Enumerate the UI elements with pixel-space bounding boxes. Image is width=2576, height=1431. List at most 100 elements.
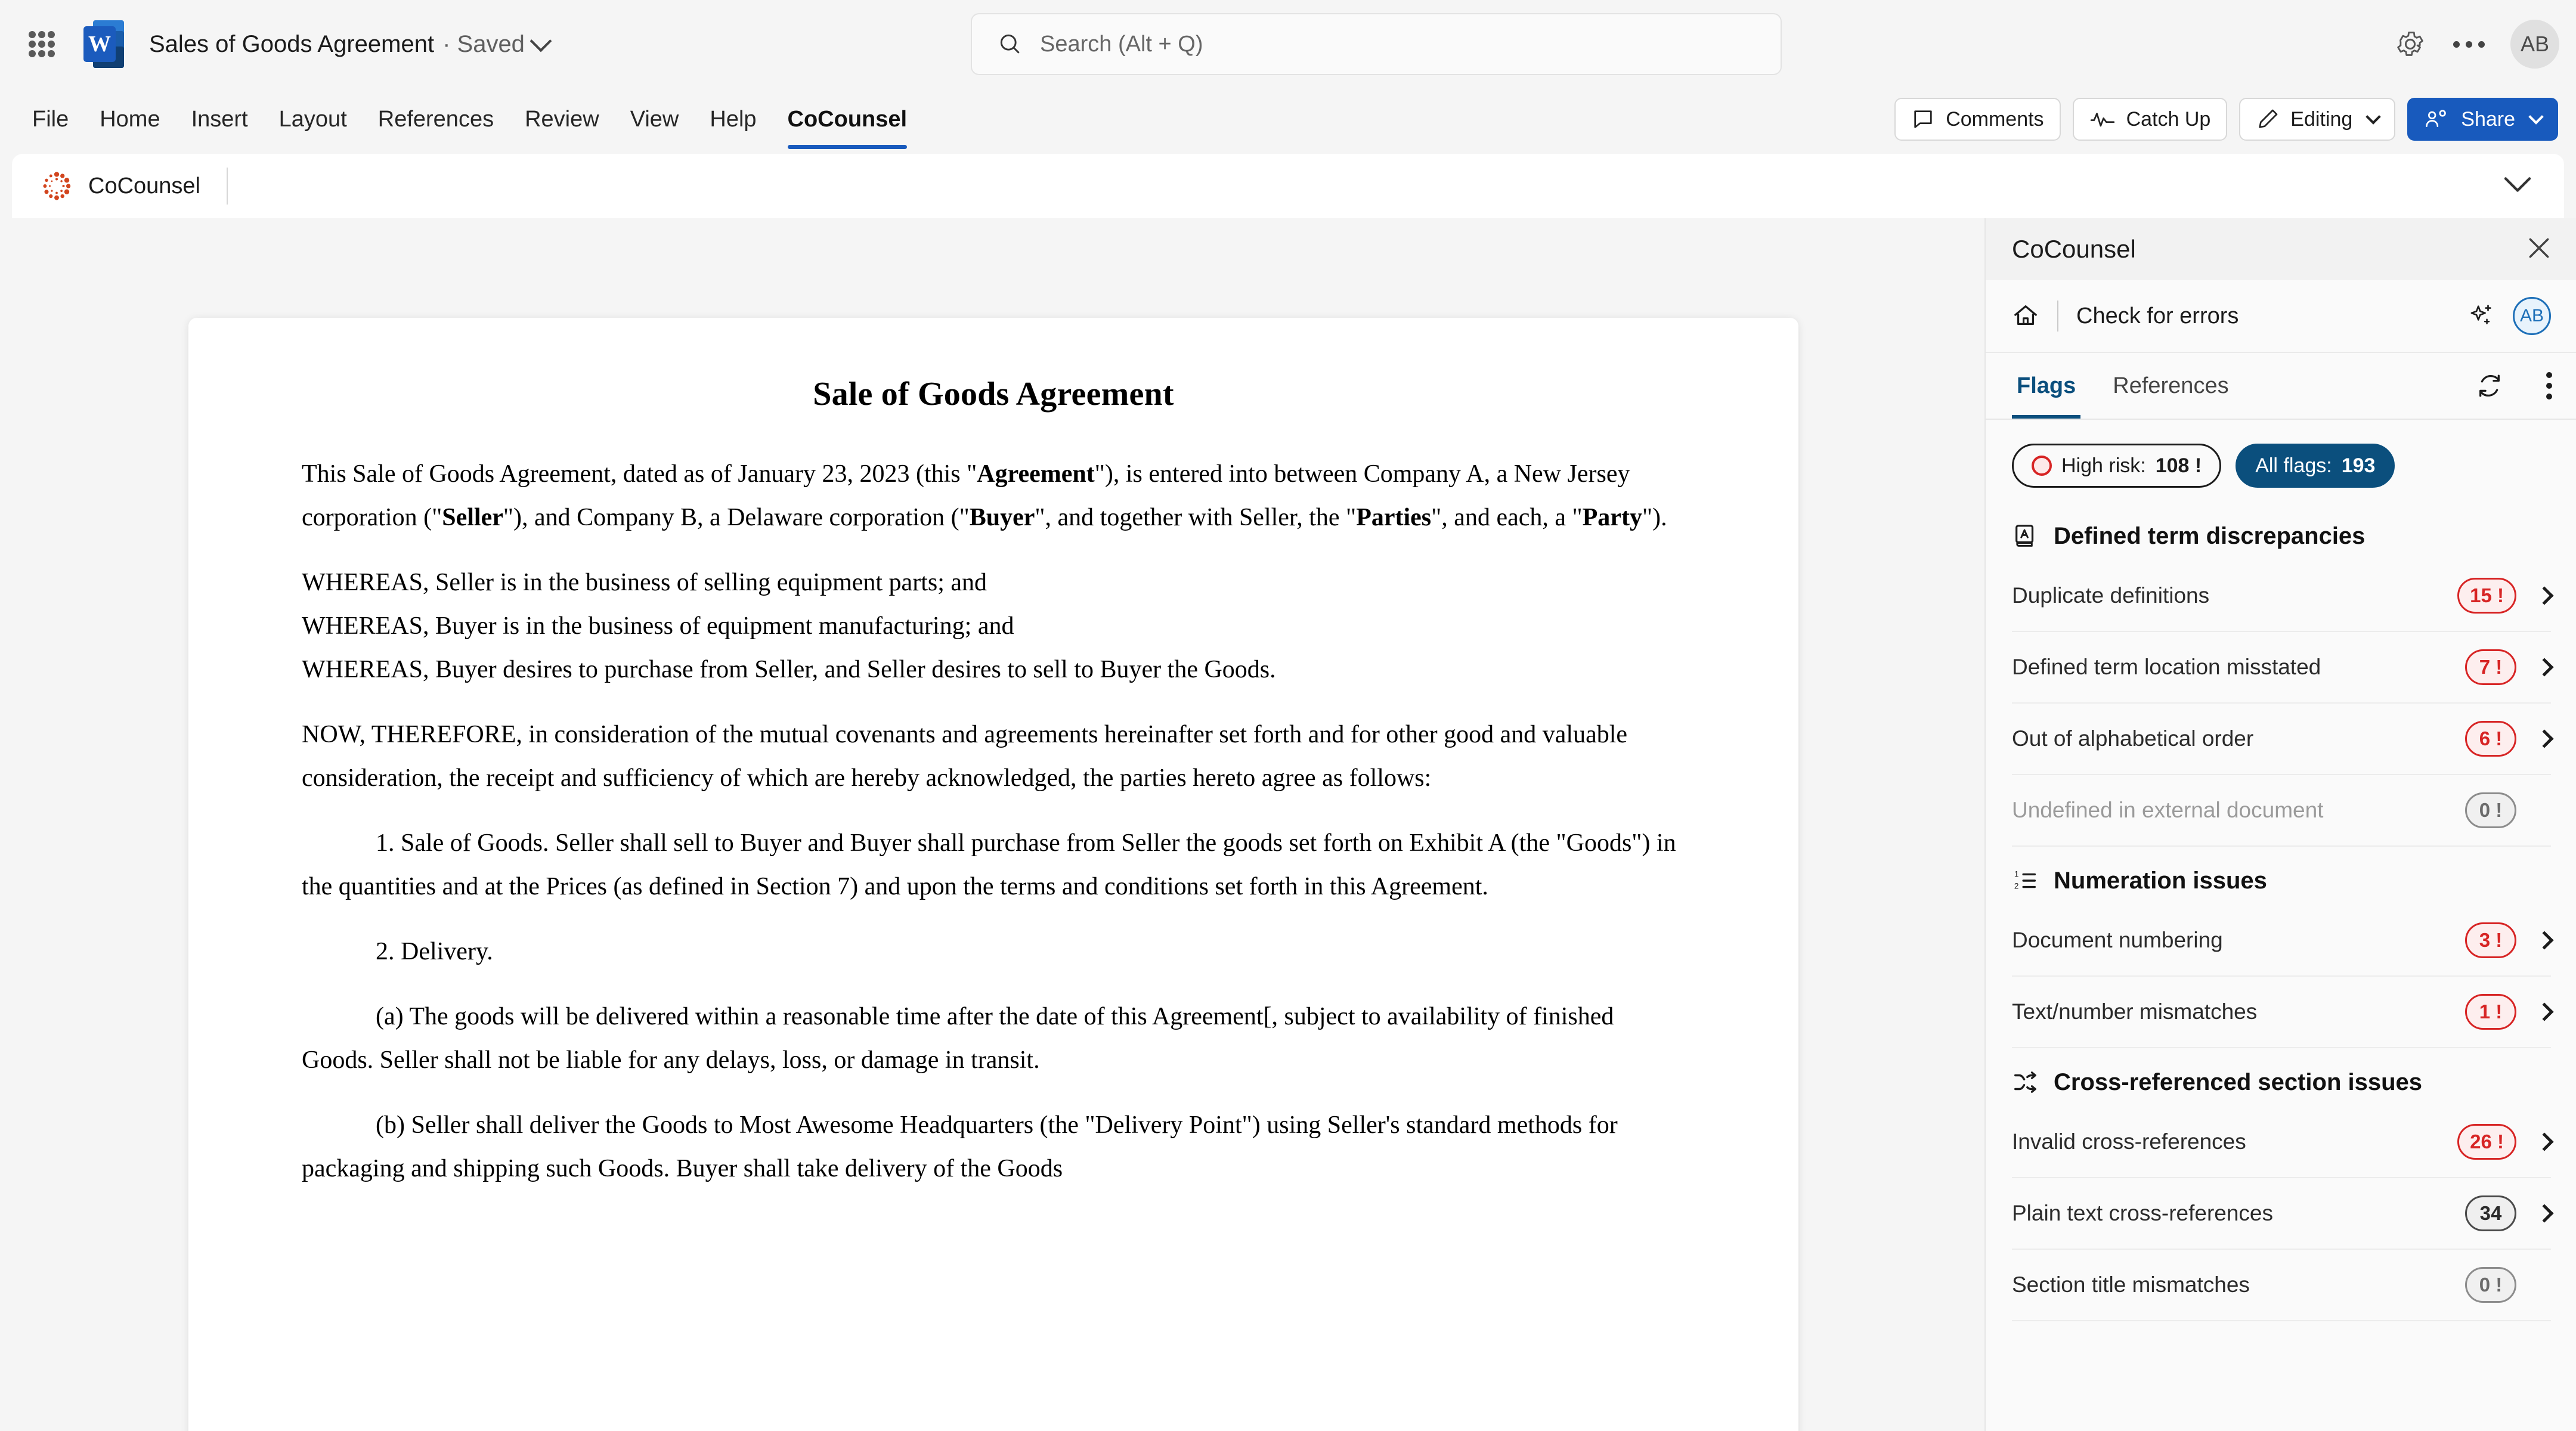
- pill-all-flags[interactable]: All flags: 193: [2236, 444, 2395, 488]
- chevron-right-icon[interactable]: [2535, 1002, 2554, 1021]
- ellipsis-icon: [2453, 41, 2485, 48]
- panel-more-button[interactable]: [2546, 372, 2552, 399]
- title-bar: W Sales of Goods Agreement · Saved Searc…: [0, 0, 2576, 88]
- flag-row-text-number-mismatches[interactable]: Text/number mismatches 1 !: [2012, 977, 2554, 1048]
- document-heading: Sale of Goods Agreement: [813, 376, 1174, 413]
- document-clause-2b: (b) Seller shall deliver the Goods to Mo…: [302, 1111, 1618, 1182]
- chevron-down-icon: [2504, 177, 2531, 192]
- pill-high-risk[interactable]: High risk: 108 !: [2012, 444, 2222, 488]
- editing-mode-button[interactable]: Editing: [2239, 98, 2396, 141]
- flag-label: Invalid cross-references: [2012, 1129, 2246, 1154]
- comments-label: Comments: [1946, 107, 2044, 131]
- save-status: · Saved: [442, 30, 525, 57]
- titlebar-actions: AB: [2384, 0, 2559, 88]
- ribbon-tab-file[interactable]: File: [17, 98, 84, 141]
- catch-up-label: Catch Up: [2126, 107, 2211, 131]
- ordered-list-icon: 1 2: [2014, 869, 2036, 890]
- document-paragraph: WHEREAS, Seller is in the business of se…: [302, 569, 987, 596]
- comments-button[interactable]: Comments: [1894, 98, 2061, 141]
- document-name: Sales of Goods Agreement: [149, 30, 435, 57]
- flag-row-defined-term-location-misstated[interactable]: Defined term location misstated 7 !: [2012, 632, 2554, 704]
- ellipsis-dot: [2546, 383, 2552, 389]
- document-page[interactable]: Sale of Goods Agreement This Sale of Goo…: [188, 318, 1798, 1431]
- comment-icon: [1914, 110, 1932, 128]
- cocounsel-panel: CoCounsel Check for errors AB Flags Refe…: [1984, 218, 2576, 1431]
- chevron-right-icon[interactable]: [2535, 1132, 2554, 1151]
- dictionary-book-icon: [2015, 525, 2034, 547]
- tab-references[interactable]: References: [2108, 353, 2233, 419]
- app-launcher-waffle-icon[interactable]: [14, 17, 69, 72]
- document-paragraph: This Sale of Goods Agreement, dated as o…: [302, 460, 1667, 531]
- ribbon-tab-home[interactable]: Home: [84, 98, 175, 141]
- breadcrumb: Check for errors: [2076, 303, 2239, 329]
- panel-breadcrumb-bar: Check for errors AB: [1986, 280, 2576, 353]
- flag-row-out-of-alphabetical-order[interactable]: Out of alphabetical order 6 !: [2012, 704, 2554, 775]
- flag-count-badge: 15 !: [2457, 578, 2516, 614]
- chevron-right-icon[interactable]: [2535, 586, 2554, 605]
- document-paragraph: WHEREAS, Buyer is in the business of equ…: [302, 612, 1014, 640]
- chevron-down-icon[interactable]: [530, 30, 552, 52]
- word-app-icon: W: [82, 18, 128, 70]
- panel-user-avatar[interactable]: AB: [2513, 297, 2551, 335]
- settings-gear-button[interactable]: [2384, 18, 2436, 70]
- flag-count-badge: 6 !: [2465, 721, 2516, 757]
- document-clause-1: 1. Sale of Goods. Seller shall sell to B…: [302, 829, 1676, 900]
- home-button[interactable]: [2012, 302, 2039, 330]
- risk-circle-icon: [2032, 456, 2052, 476]
- flag-row-section-title-mismatches[interactable]: Section title mismatches 0 !: [2012, 1250, 2551, 1321]
- flag-label: Text/number mismatches: [2012, 999, 2258, 1024]
- user-avatar[interactable]: AB: [2510, 20, 2559, 69]
- more-options-button[interactable]: [2442, 18, 2495, 70]
- catch-up-button[interactable]: Catch Up: [2072, 98, 2228, 141]
- flag-row-duplicate-definitions[interactable]: Duplicate definitions 15 !: [2012, 560, 2554, 632]
- shuffle-arrows-icon: [2014, 1071, 2036, 1093]
- pulse-icon: [2090, 113, 2114, 127]
- document-canvas: Sale of Goods Agreement This Sale of Goo…: [0, 218, 1984, 1431]
- chevron-right-icon[interactable]: [2535, 729, 2554, 748]
- flag-count-badge: 34: [2465, 1195, 2516, 1231]
- flag-row-invalid-cross-references[interactable]: Invalid cross-references 26 !: [2012, 1107, 2554, 1178]
- ribbon-tab-insert[interactable]: Insert: [176, 98, 264, 141]
- ribbon-actions: Comments Catch Up Editing Share: [1894, 88, 2558, 150]
- refresh-button[interactable]: [2476, 372, 2503, 399]
- cocounsel-addin-button[interactable]: CoCounsel: [41, 170, 200, 202]
- ribbon-tab-view[interactable]: View: [615, 98, 695, 141]
- section-title: Defined term discrepancies: [2054, 522, 2366, 549]
- flag-row-plain-text-cross-references[interactable]: Plain text cross-references 34: [2012, 1178, 2554, 1250]
- share-button[interactable]: Share: [2407, 98, 2558, 141]
- ellipsis-dot: [2546, 394, 2552, 399]
- flag-filter-pills: High risk: 108 ! All flags: 193: [1986, 420, 2576, 502]
- flag-label: Duplicate definitions: [2012, 583, 2210, 608]
- ribbon-expand-button[interactable]: [2503, 176, 2532, 197]
- flag-count-badge: 0 !: [2465, 792, 2516, 828]
- flag-label: Document numbering: [2012, 928, 2223, 952]
- flag-label: Section title mismatches: [2012, 1272, 2250, 1297]
- chevron-right-icon[interactable]: [2535, 931, 2554, 950]
- chevron-right-icon[interactable]: [2535, 658, 2554, 677]
- chevron-down-icon: [2528, 109, 2544, 125]
- document-paragraph: WHEREAS, Buyer desires to purchase from …: [302, 656, 1276, 683]
- panel-close-button[interactable]: [2526, 235, 2552, 264]
- divider: [2057, 301, 2058, 332]
- refresh-icon: [2479, 374, 2500, 397]
- pencil-icon: [2259, 109, 2278, 128]
- gear-icon: [2397, 32, 2423, 56]
- flag-label: Out of alphabetical order: [2012, 726, 2254, 751]
- addin-divider: [227, 168, 228, 205]
- flag-count-badge: 26 !: [2457, 1124, 2516, 1160]
- flag-count-badge: 7 !: [2465, 649, 2516, 685]
- tab-flags[interactable]: Flags: [2012, 353, 2081, 419]
- ai-sparkle-button[interactable]: [2467, 302, 2495, 330]
- search-input[interactable]: Search (Alt + Q): [971, 13, 1782, 75]
- share-people-icon: [2426, 110, 2447, 127]
- section-title: Numeration issues: [2054, 867, 2267, 894]
- ribbon-tab-layout[interactable]: Layout: [264, 98, 363, 141]
- ribbon-tab-review[interactable]: Review: [509, 98, 615, 141]
- document-title-menu[interactable]: Sales of Goods Agreement · Saved: [149, 30, 552, 58]
- close-icon: [2529, 238, 2549, 258]
- chevron-right-icon[interactable]: [2535, 1204, 2554, 1223]
- ribbon-tab-cocounsel[interactable]: CoCounsel: [772, 98, 923, 149]
- ribbon-tab-help[interactable]: Help: [694, 98, 772, 141]
- ribbon-tab-references[interactable]: References: [363, 98, 509, 141]
- flag-row-document-numbering[interactable]: Document numbering 3 !: [2012, 905, 2554, 977]
